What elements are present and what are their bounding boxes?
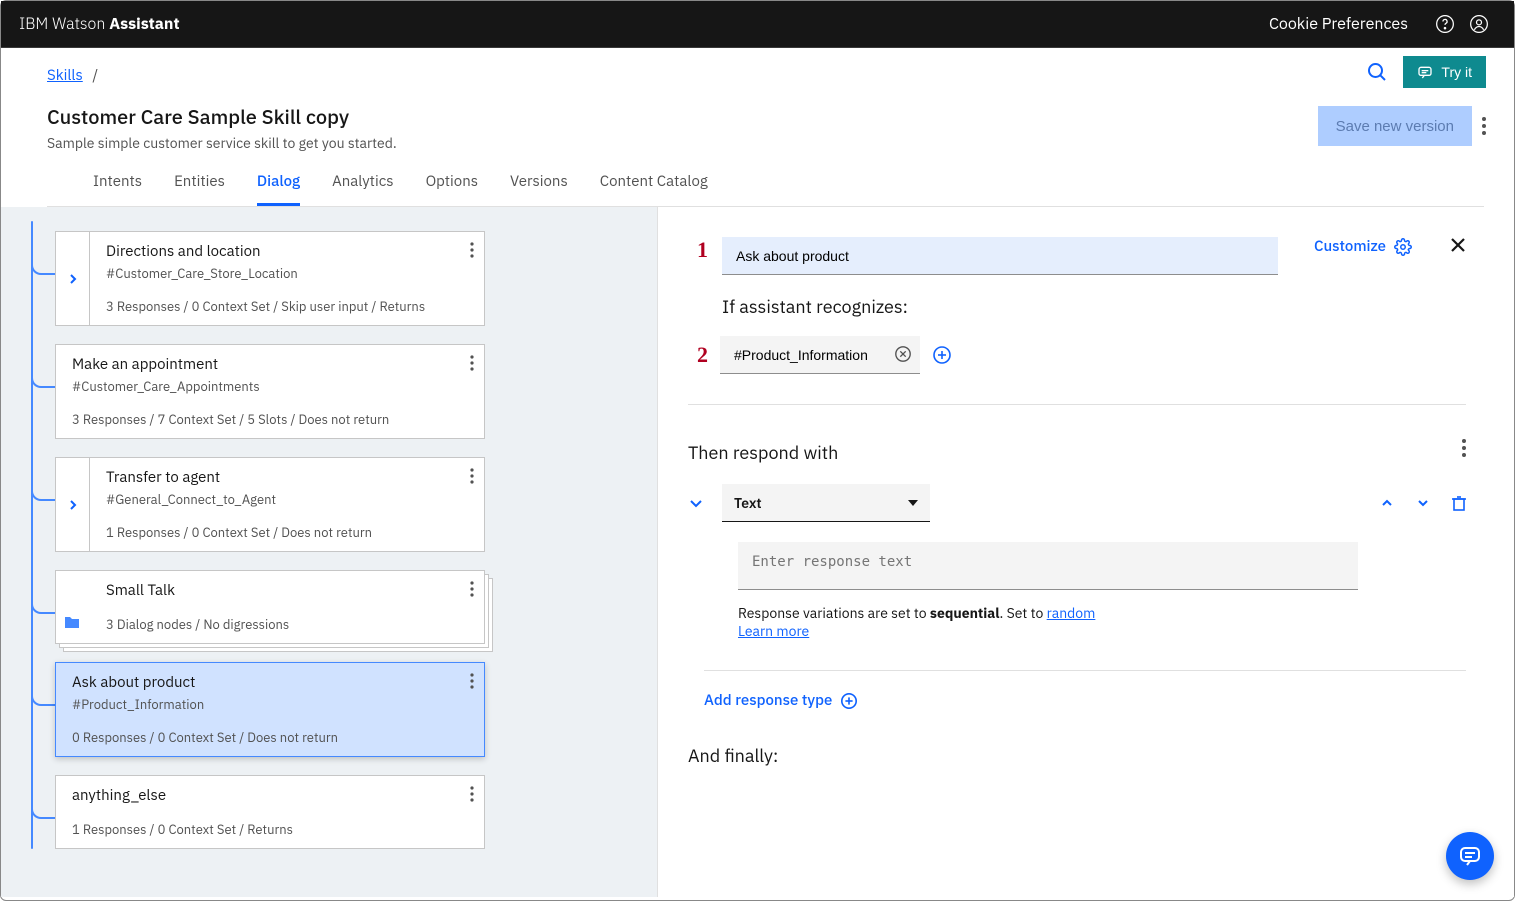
skill-subtitle: Sample simple customer service skill to … bbox=[47, 134, 1484, 152]
chat-launcher-button[interactable] bbox=[1446, 832, 1494, 880]
try-it-button[interactable]: Try it bbox=[1403, 56, 1486, 88]
chat-icon bbox=[1417, 64, 1433, 80]
node-meta: 3 Dialog nodes / No digressions bbox=[106, 616, 444, 643]
breadcrumb: Skills / bbox=[47, 66, 1484, 85]
node-editor: 1 Customize If assistant recognizes: 2 bbox=[657, 207, 1514, 897]
customize-label: Customize bbox=[1314, 237, 1386, 256]
skill-title: Customer Care Sample Skill copy bbox=[47, 103, 1484, 130]
tree-line bbox=[31, 221, 33, 849]
gear-icon bbox=[1394, 238, 1412, 256]
content: Directions and location #Customer_Care_S… bbox=[1, 207, 1514, 897]
callout-1: 1 bbox=[688, 237, 708, 263]
node-meta: 1 Responses / 0 Context Set / Does not r… bbox=[106, 524, 444, 551]
cookie-preferences[interactable]: Cookie Preferences bbox=[1269, 14, 1408, 34]
trash-icon[interactable] bbox=[1452, 495, 1466, 511]
node-meta: 1 Responses / 0 Context Set / Returns bbox=[72, 821, 444, 848]
response-type-select[interactable]: Text bbox=[722, 484, 930, 522]
node-title: Directions and location bbox=[106, 242, 444, 261]
topbar: IBM Watson Assistant Cookie Preferences bbox=[1, 1, 1514, 48]
try-it-label: Try it bbox=[1441, 64, 1472, 80]
callout-2: 2 bbox=[688, 342, 708, 368]
customize-button[interactable]: Customize bbox=[1314, 237, 1412, 256]
tab-entities[interactable]: Entities bbox=[174, 172, 225, 206]
header: Skills / Customer Care Sample Skill copy… bbox=[1, 48, 1514, 207]
tab-options[interactable]: Options bbox=[426, 172, 478, 206]
expand-toggle[interactable] bbox=[56, 458, 90, 551]
tab-dialog[interactable]: Dialog bbox=[257, 172, 300, 206]
dialog-node-directions[interactable]: Directions and location #Customer_Care_S… bbox=[55, 231, 485, 326]
node-kebab-icon[interactable] bbox=[470, 786, 474, 802]
dialog-folder-smalltalk[interactable]: Small Talk 3 Dialog nodes / No digressio… bbox=[55, 570, 485, 644]
node-intent: #Product_Information bbox=[72, 696, 444, 713]
clear-icon[interactable] bbox=[894, 345, 912, 363]
node-title: Make an appointment bbox=[72, 355, 444, 374]
dialog-node-transfer[interactable]: Transfer to agent #General_Connect_to_Ag… bbox=[55, 457, 485, 552]
dialog-node-anything-else[interactable]: anything_else 1 Responses / 0 Context Se… bbox=[55, 775, 485, 849]
recognizes-label: If assistant recognizes: bbox=[722, 295, 1466, 318]
node-meta: 3 Responses / 0 Context Set / Skip user … bbox=[106, 298, 444, 325]
skill-kebab-icon[interactable] bbox=[1482, 117, 1486, 135]
add-response-type-label: Add response type bbox=[704, 691, 832, 710]
add-condition-icon[interactable] bbox=[932, 345, 952, 365]
respond-with-label: Then respond with bbox=[688, 441, 838, 464]
and-finally-label: And finally: bbox=[688, 744, 1466, 767]
node-kebab-icon[interactable] bbox=[470, 673, 474, 689]
search-icon[interactable] bbox=[1365, 60, 1389, 84]
brand-light: IBM Watson bbox=[19, 14, 109, 34]
folder-icon bbox=[64, 615, 80, 629]
tab-intents[interactable]: Intents bbox=[93, 172, 142, 206]
response-text-input[interactable] bbox=[738, 542, 1358, 590]
node-kebab-icon[interactable] bbox=[470, 242, 474, 258]
tab-versions[interactable]: Versions bbox=[510, 172, 568, 206]
tabs: Intents Entities Dialog Analytics Option… bbox=[47, 152, 1484, 207]
random-link[interactable]: random bbox=[1047, 604, 1096, 622]
dialog-node-ask-product[interactable]: Ask about product #Product_Information 0… bbox=[55, 662, 485, 757]
variation-text: Response variations are set to sequentia… bbox=[738, 604, 1466, 640]
dialog-node-appointment[interactable]: Make an appointment #Customer_Care_Appoi… bbox=[55, 344, 485, 439]
breadcrumb-skills-link[interactable]: Skills bbox=[47, 66, 83, 85]
node-kebab-icon[interactable] bbox=[470, 355, 474, 371]
chevron-down-icon[interactable] bbox=[688, 495, 704, 511]
move-down-icon[interactable] bbox=[1416, 496, 1430, 510]
dialog-tree: Directions and location #Customer_Care_S… bbox=[1, 207, 657, 897]
node-kebab-icon[interactable] bbox=[470, 581, 474, 597]
expand-toggle[interactable] bbox=[56, 232, 90, 325]
brand: IBM Watson Assistant bbox=[19, 14, 1269, 34]
node-intent: #Customer_Care_Store_Location bbox=[106, 265, 444, 282]
node-title: Small Talk bbox=[106, 581, 444, 600]
response-type-label: Text bbox=[734, 494, 762, 512]
move-up-icon[interactable] bbox=[1380, 496, 1394, 510]
node-kebab-icon[interactable] bbox=[470, 468, 474, 484]
node-meta: 3 Responses / 7 Context Set / 5 Slots / … bbox=[72, 411, 444, 438]
plus-circle-icon bbox=[840, 692, 858, 710]
add-response-type-button[interactable]: Add response type bbox=[704, 670, 1466, 710]
node-title: Transfer to agent bbox=[106, 468, 444, 487]
learn-more-link[interactable]: Learn more bbox=[738, 622, 809, 640]
breadcrumb-sep: / bbox=[92, 66, 98, 85]
node-name-input[interactable] bbox=[722, 237, 1278, 275]
close-icon[interactable] bbox=[1450, 237, 1466, 253]
user-icon[interactable] bbox=[1462, 14, 1496, 34]
node-title: Ask about product bbox=[72, 673, 444, 692]
brand-bold: Assistant bbox=[109, 14, 179, 34]
respond-kebab-icon[interactable] bbox=[1462, 439, 1466, 457]
tab-analytics[interactable]: Analytics bbox=[332, 172, 393, 206]
node-intent: #General_Connect_to_Agent bbox=[106, 491, 444, 508]
condition-input[interactable] bbox=[720, 336, 920, 374]
save-new-version-button[interactable]: Save new version bbox=[1318, 106, 1472, 146]
help-icon[interactable] bbox=[1428, 14, 1462, 34]
caret-down-icon bbox=[908, 500, 918, 506]
node-meta: 0 Responses / 0 Context Set / Does not r… bbox=[72, 729, 444, 756]
node-title: anything_else bbox=[72, 786, 444, 805]
node-intent: #Customer_Care_Appointments bbox=[72, 378, 444, 395]
tab-content-catalog[interactable]: Content Catalog bbox=[600, 172, 708, 206]
